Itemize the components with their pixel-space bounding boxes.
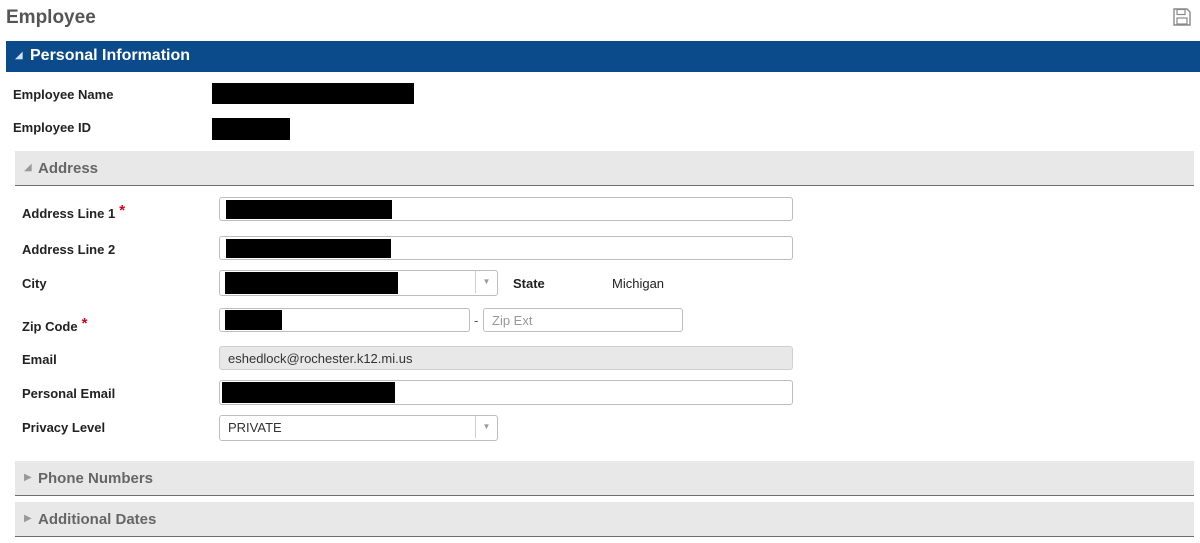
city-redacted — [225, 272, 398, 294]
employee-id-label: Employee ID — [13, 120, 92, 135]
additional-dates-title: Additional Dates — [38, 511, 157, 528]
address-line-2-label: Address Line 2 — [22, 242, 116, 257]
triangle-right-icon: ▶ — [24, 472, 32, 483]
chevron-down-icon[interactable]: ▼ — [475, 416, 497, 438]
phone-numbers-section-header[interactable]: ▶ Phone Numbers — [15, 461, 1194, 496]
address-section-title: Address — [38, 160, 99, 177]
personal-email-label: Personal Email — [22, 386, 116, 401]
privacy-level-label: Privacy Level — [22, 420, 106, 435]
personal-information-header[interactable]: ◢ Personal Information — [6, 41, 1200, 72]
phone-numbers-title: Phone Numbers — [38, 470, 154, 487]
address-line-1-redacted — [226, 200, 392, 219]
chevron-down-icon[interactable]: ▼ — [475, 271, 497, 293]
personal-email-redacted — [222, 382, 395, 403]
city-label: City — [22, 276, 47, 291]
page-title: Employee — [6, 7, 96, 28]
page-header: Employee — [0, 0, 1200, 40]
address-line-1-label: Address Line 1 * — [22, 202, 126, 221]
zip-code-redacted — [225, 310, 282, 330]
state-value: Michigan — [612, 276, 665, 291]
zip-ext-input[interactable]: Zip Ext — [483, 308, 683, 332]
save-icon[interactable] — [1172, 7, 1192, 27]
email-value: eshedlock@rochester.k12.mi.us — [228, 351, 413, 366]
required-indicator: * — [119, 202, 126, 219]
zip-code-label: Zip Code * — [22, 315, 88, 334]
triangle-down-icon: ◢ — [24, 162, 32, 173]
employee-name-redacted — [212, 83, 414, 104]
triangle-down-icon: ◢ — [15, 50, 23, 61]
address-section-header[interactable]: ◢ Address — [15, 151, 1194, 186]
zip-ext-placeholder: Zip Ext — [492, 313, 533, 328]
zip-separator: - — [474, 313, 479, 328]
employee-id-redacted — [212, 118, 290, 140]
required-indicator: * — [81, 315, 88, 332]
state-label: State — [513, 276, 545, 291]
address-line-2-redacted — [226, 239, 391, 258]
personal-information-title: Personal Information — [30, 47, 191, 64]
triangle-right-icon: ▶ — [24, 513, 32, 524]
privacy-level-value: PRIVATE — [228, 420, 282, 435]
privacy-level-select[interactable]: PRIVATE ▼ — [219, 415, 498, 441]
email-field: eshedlock@rochester.k12.mi.us — [219, 346, 793, 370]
additional-dates-section-header[interactable]: ▶ Additional Dates — [15, 502, 1194, 537]
employee-name-label: Employee Name — [13, 87, 114, 102]
email-label: Email — [22, 352, 57, 367]
